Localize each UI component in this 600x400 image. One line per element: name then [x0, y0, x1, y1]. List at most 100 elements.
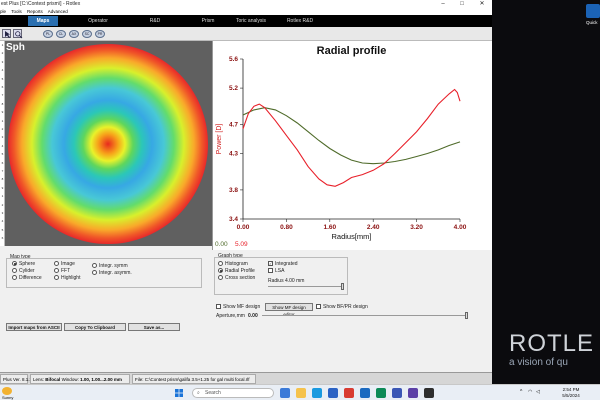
- import-ascii-button[interactable]: Import maps from ASCII: [6, 323, 62, 331]
- integrated-checkbox[interactable]: ✓ Integrated: [268, 261, 298, 267]
- show-mf-check[interactable]: [216, 304, 221, 310]
- radio-image[interactable]: [54, 261, 59, 267]
- menu-file[interactable]: ple: [0, 9, 6, 14]
- radial-profile-chart: Radial profile 0.00 0.80 1.60 2.40 3.20 4.00 5.…: [212, 41, 492, 250]
- outlook-icon[interactable]: [360, 388, 370, 398]
- graph-type-cross-section[interactable]: Cross section: [218, 275, 255, 281]
- y-tick-label: 5.6: [229, 56, 238, 63]
- rotlex-logo: ROTLE: [509, 330, 595, 357]
- tab-toric-analysis[interactable]: Toric analysis: [228, 16, 274, 26]
- lsa-checkbox[interactable]: LSA: [268, 268, 284, 274]
- map-type-integr-symm[interactable]: Integr. symm: [92, 263, 128, 269]
- radio-integr-symm[interactable]: [92, 263, 97, 269]
- tray-chevron-icon[interactable]: ^: [520, 389, 522, 395]
- tab-rnd[interactable]: R&D: [140, 16, 170, 26]
- search-icon: ⌕: [197, 390, 200, 396]
- radio-difference[interactable]: [12, 275, 17, 281]
- file-explorer-icon[interactable]: [296, 388, 306, 398]
- toolbar-button-3[interactable]: AX: [69, 30, 79, 38]
- edge-icon[interactable]: [312, 388, 322, 398]
- radio-radial-profile[interactable]: [218, 268, 223, 274]
- tab-maps[interactable]: Maps: [28, 16, 58, 26]
- toolbar-button-4[interactable]: SC: [82, 30, 92, 38]
- network-icon[interactable]: ◠: [528, 389, 532, 395]
- graph-type-radial-profile[interactable]: Radial Profile: [218, 268, 255, 274]
- x-tick-label: 3.20: [410, 224, 423, 231]
- show-mf-design[interactable]: Show MF design: [216, 304, 260, 310]
- magnifier-icon[interactable]: [13, 29, 23, 39]
- status-bar: Plus Ver. 8.1.3 Lens: Bifocal Window: 1.…: [0, 372, 492, 384]
- volume-icon[interactable]: ◁: [536, 389, 540, 395]
- tab-bar: Maps Operator R&D Prism Toric analysis R…: [0, 15, 492, 27]
- map-type-difference[interactable]: Difference: [12, 275, 42, 281]
- controls-area: Map type Sphere Cylider Difference Image…: [0, 250, 492, 372]
- menu-advanced[interactable]: Advanced: [48, 9, 68, 14]
- save-as-button[interactable]: Save as...: [128, 323, 180, 331]
- y-tick-label: 3.4: [229, 216, 238, 223]
- aperture-slider-thumb[interactable]: [465, 312, 468, 319]
- show-mf-editor-button[interactable]: Show MF design editor: [265, 303, 313, 317]
- word-icon[interactable]: [392, 388, 402, 398]
- map-type-fft[interactable]: FFT: [54, 268, 70, 274]
- minimize-button[interactable]: –: [436, 0, 450, 8]
- desktop-app-icon[interactable]: [586, 4, 600, 18]
- toolbar-button-1[interactable]: PL: [43, 30, 53, 38]
- radio-cylider[interactable]: [12, 268, 17, 274]
- map-disc: [8, 44, 208, 244]
- radio-fft[interactable]: [54, 268, 59, 274]
- corner-value-left: 0.00: [215, 241, 228, 248]
- copy-clipboard-button[interactable]: Copy To Clipboard: [64, 323, 126, 331]
- start-icon[interactable]: [175, 389, 183, 397]
- aperture-label: Aperture,mm: [216, 313, 245, 319]
- map-type-image[interactable]: Image: [54, 261, 75, 267]
- lens-window-info: Lens: Bifocal Window: 1.00, 1.00...2.00 …: [30, 374, 130, 384]
- desktop-background: Quick ROTLE a vision of qu: [492, 0, 600, 384]
- lsa-check[interactable]: [268, 268, 273, 274]
- map-type-sphere[interactable]: Sphere: [12, 261, 35, 267]
- version-text: Plus Ver. 8.1.3: [0, 374, 32, 384]
- menu-reports[interactable]: Reports: [27, 9, 43, 14]
- rotlex-tagline: a vision of qu: [509, 357, 568, 368]
- store-icon[interactable]: [328, 388, 338, 398]
- maximize-button[interactable]: □: [455, 0, 469, 8]
- radio-cross-section[interactable]: [218, 275, 223, 281]
- show-bf-design[interactable]: Show BF/PR design: [316, 304, 368, 310]
- aperture-value: 0.00: [248, 313, 258, 319]
- app-icon[interactable]: [424, 388, 434, 398]
- clock[interactable]: 2:54 PM 5/5/2024: [556, 387, 586, 399]
- radius-slider-thumb[interactable]: [341, 283, 344, 290]
- taskbar: Sunny ⌕ Search ^ ◠ ◁ 2:54 PM 5/5/2024: [0, 384, 600, 400]
- task-view-icon[interactable]: [280, 388, 290, 398]
- toolbar: PL CL AX SC PR: [0, 27, 492, 41]
- map-type-highlight[interactable]: Highlight: [54, 275, 80, 281]
- radius-slider-track[interactable]: [268, 286, 344, 287]
- toolbar-button-2[interactable]: CL: [56, 30, 66, 38]
- radio-sphere[interactable]: [12, 261, 17, 267]
- radio-highlight[interactable]: [54, 275, 59, 281]
- power-map-panel[interactable]: Sph: [5, 41, 212, 246]
- weather-icon[interactable]: [2, 387, 12, 395]
- map-type-cylider[interactable]: Cylider: [12, 268, 35, 274]
- menu-tools[interactable]: Tools: [11, 9, 22, 14]
- integrated-check[interactable]: ✓: [268, 261, 273, 267]
- close-button[interactable]: ✕: [475, 0, 489, 8]
- tab-operator[interactable]: Operator: [80, 16, 116, 26]
- x-tick-label: 2.40: [367, 224, 380, 231]
- radio-integr-asymm[interactable]: [92, 270, 97, 276]
- file-info: File: C:\Contest prism\galifa 3.5+1.25 f…: [132, 374, 256, 384]
- show-bf-check[interactable]: [316, 304, 321, 310]
- map-type-integr-asymm[interactable]: Integr. asymm.: [92, 270, 132, 276]
- x-tick-label: 1.60: [323, 224, 336, 231]
- aperture-slider-track[interactable]: [262, 315, 468, 316]
- radio-histogram[interactable]: [218, 261, 223, 267]
- tab-rotlex-rnd[interactable]: Rotlex R&D: [280, 16, 320, 26]
- x-tick-label: 4.00: [454, 224, 467, 231]
- toolbar-button-5[interactable]: PR: [95, 30, 105, 38]
- graph-type-histogram[interactable]: Histogram: [218, 261, 248, 267]
- office-icon[interactable]: [344, 388, 354, 398]
- taskbar-search[interactable]: ⌕ Search: [192, 388, 274, 398]
- excel-icon[interactable]: [376, 388, 386, 398]
- tab-prism[interactable]: Prism: [193, 16, 223, 26]
- teams-icon[interactable]: [408, 388, 418, 398]
- pointer-icon[interactable]: [2, 29, 11, 38]
